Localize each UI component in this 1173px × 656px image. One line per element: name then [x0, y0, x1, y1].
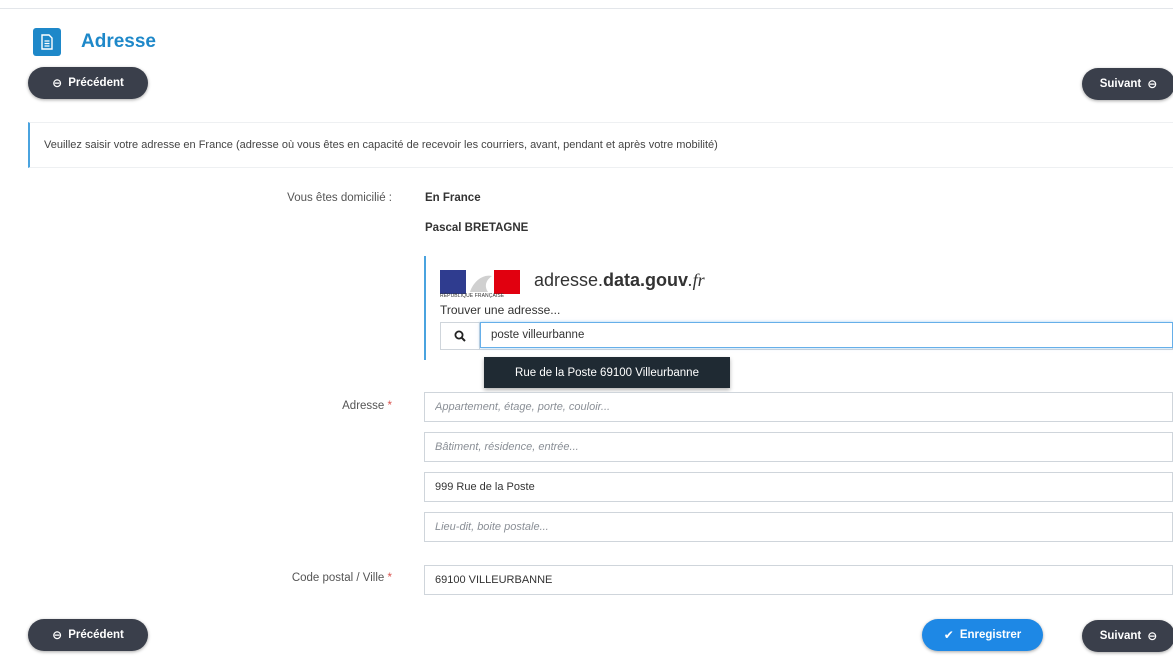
address-line2-input[interactable]	[424, 432, 1173, 462]
domicile-label: Vous êtes domicilié :	[287, 192, 392, 204]
page-title: Adresse	[81, 31, 156, 52]
city-label: Code postal / Ville *	[291, 572, 392, 584]
marianne-logo	[440, 270, 520, 294]
arrow-left-circle-icon: ⊖	[52, 76, 63, 90]
previous-button-top[interactable]: ⊖ Précédent	[28, 67, 148, 99]
logo-caption: RÉPUBLIQUE FRANÇAISE	[440, 293, 505, 299]
holder-name: Pascal BRETAGNE	[425, 222, 529, 234]
domicile-value: En France	[425, 192, 481, 204]
next-button-top[interactable]: Suivant ⊖	[1082, 68, 1173, 100]
top-divider	[0, 8, 1173, 9]
page-header: Adresse	[33, 28, 156, 56]
check-circle-icon: ✔	[943, 628, 954, 642]
postal-city-input[interactable]	[424, 565, 1173, 595]
address-line1-input[interactable]	[424, 392, 1173, 422]
address-search-widget: RÉPUBLIQUE FRANÇAISE adresse.data.gouv.f…	[424, 256, 1173, 360]
address-suggestion-item[interactable]: Rue de la Poste 69100 Villeurbanne	[484, 357, 730, 388]
address-label: Adresse *	[342, 400, 392, 412]
arrow-right-circle-icon: ⊖	[1147, 77, 1158, 91]
arrow-right-circle-icon: ⊖	[1147, 629, 1158, 643]
document-icon	[33, 28, 61, 56]
search-button[interactable]	[441, 323, 480, 349]
brand-name: adresse.data.gouv.fr	[534, 270, 705, 290]
address-line3-input[interactable]	[424, 472, 1173, 502]
previous-label: Précédent	[68, 77, 124, 89]
previous-button-bottom[interactable]: ⊖ Précédent	[28, 619, 148, 651]
info-notice: Veuillez saisir votre adresse en France …	[28, 122, 1173, 168]
save-button[interactable]: ✔ Enregistrer	[922, 619, 1043, 651]
address-line4-input[interactable]	[424, 512, 1173, 542]
address-search-box	[440, 322, 1173, 350]
next-button-bottom[interactable]: Suivant ⊖	[1082, 620, 1173, 652]
next-label: Suivant	[1099, 630, 1142, 642]
address-search-input[interactable]	[480, 322, 1173, 348]
info-text: Veuillez saisir votre adresse en France …	[44, 139, 718, 151]
previous-label: Précédent	[68, 629, 124, 641]
next-label: Suivant	[1099, 78, 1142, 90]
arrow-left-circle-icon: ⊖	[52, 628, 63, 642]
save-label: Enregistrer	[959, 629, 1022, 641]
search-icon	[454, 330, 466, 342]
find-address-label: Trouver une adresse...	[440, 303, 561, 317]
